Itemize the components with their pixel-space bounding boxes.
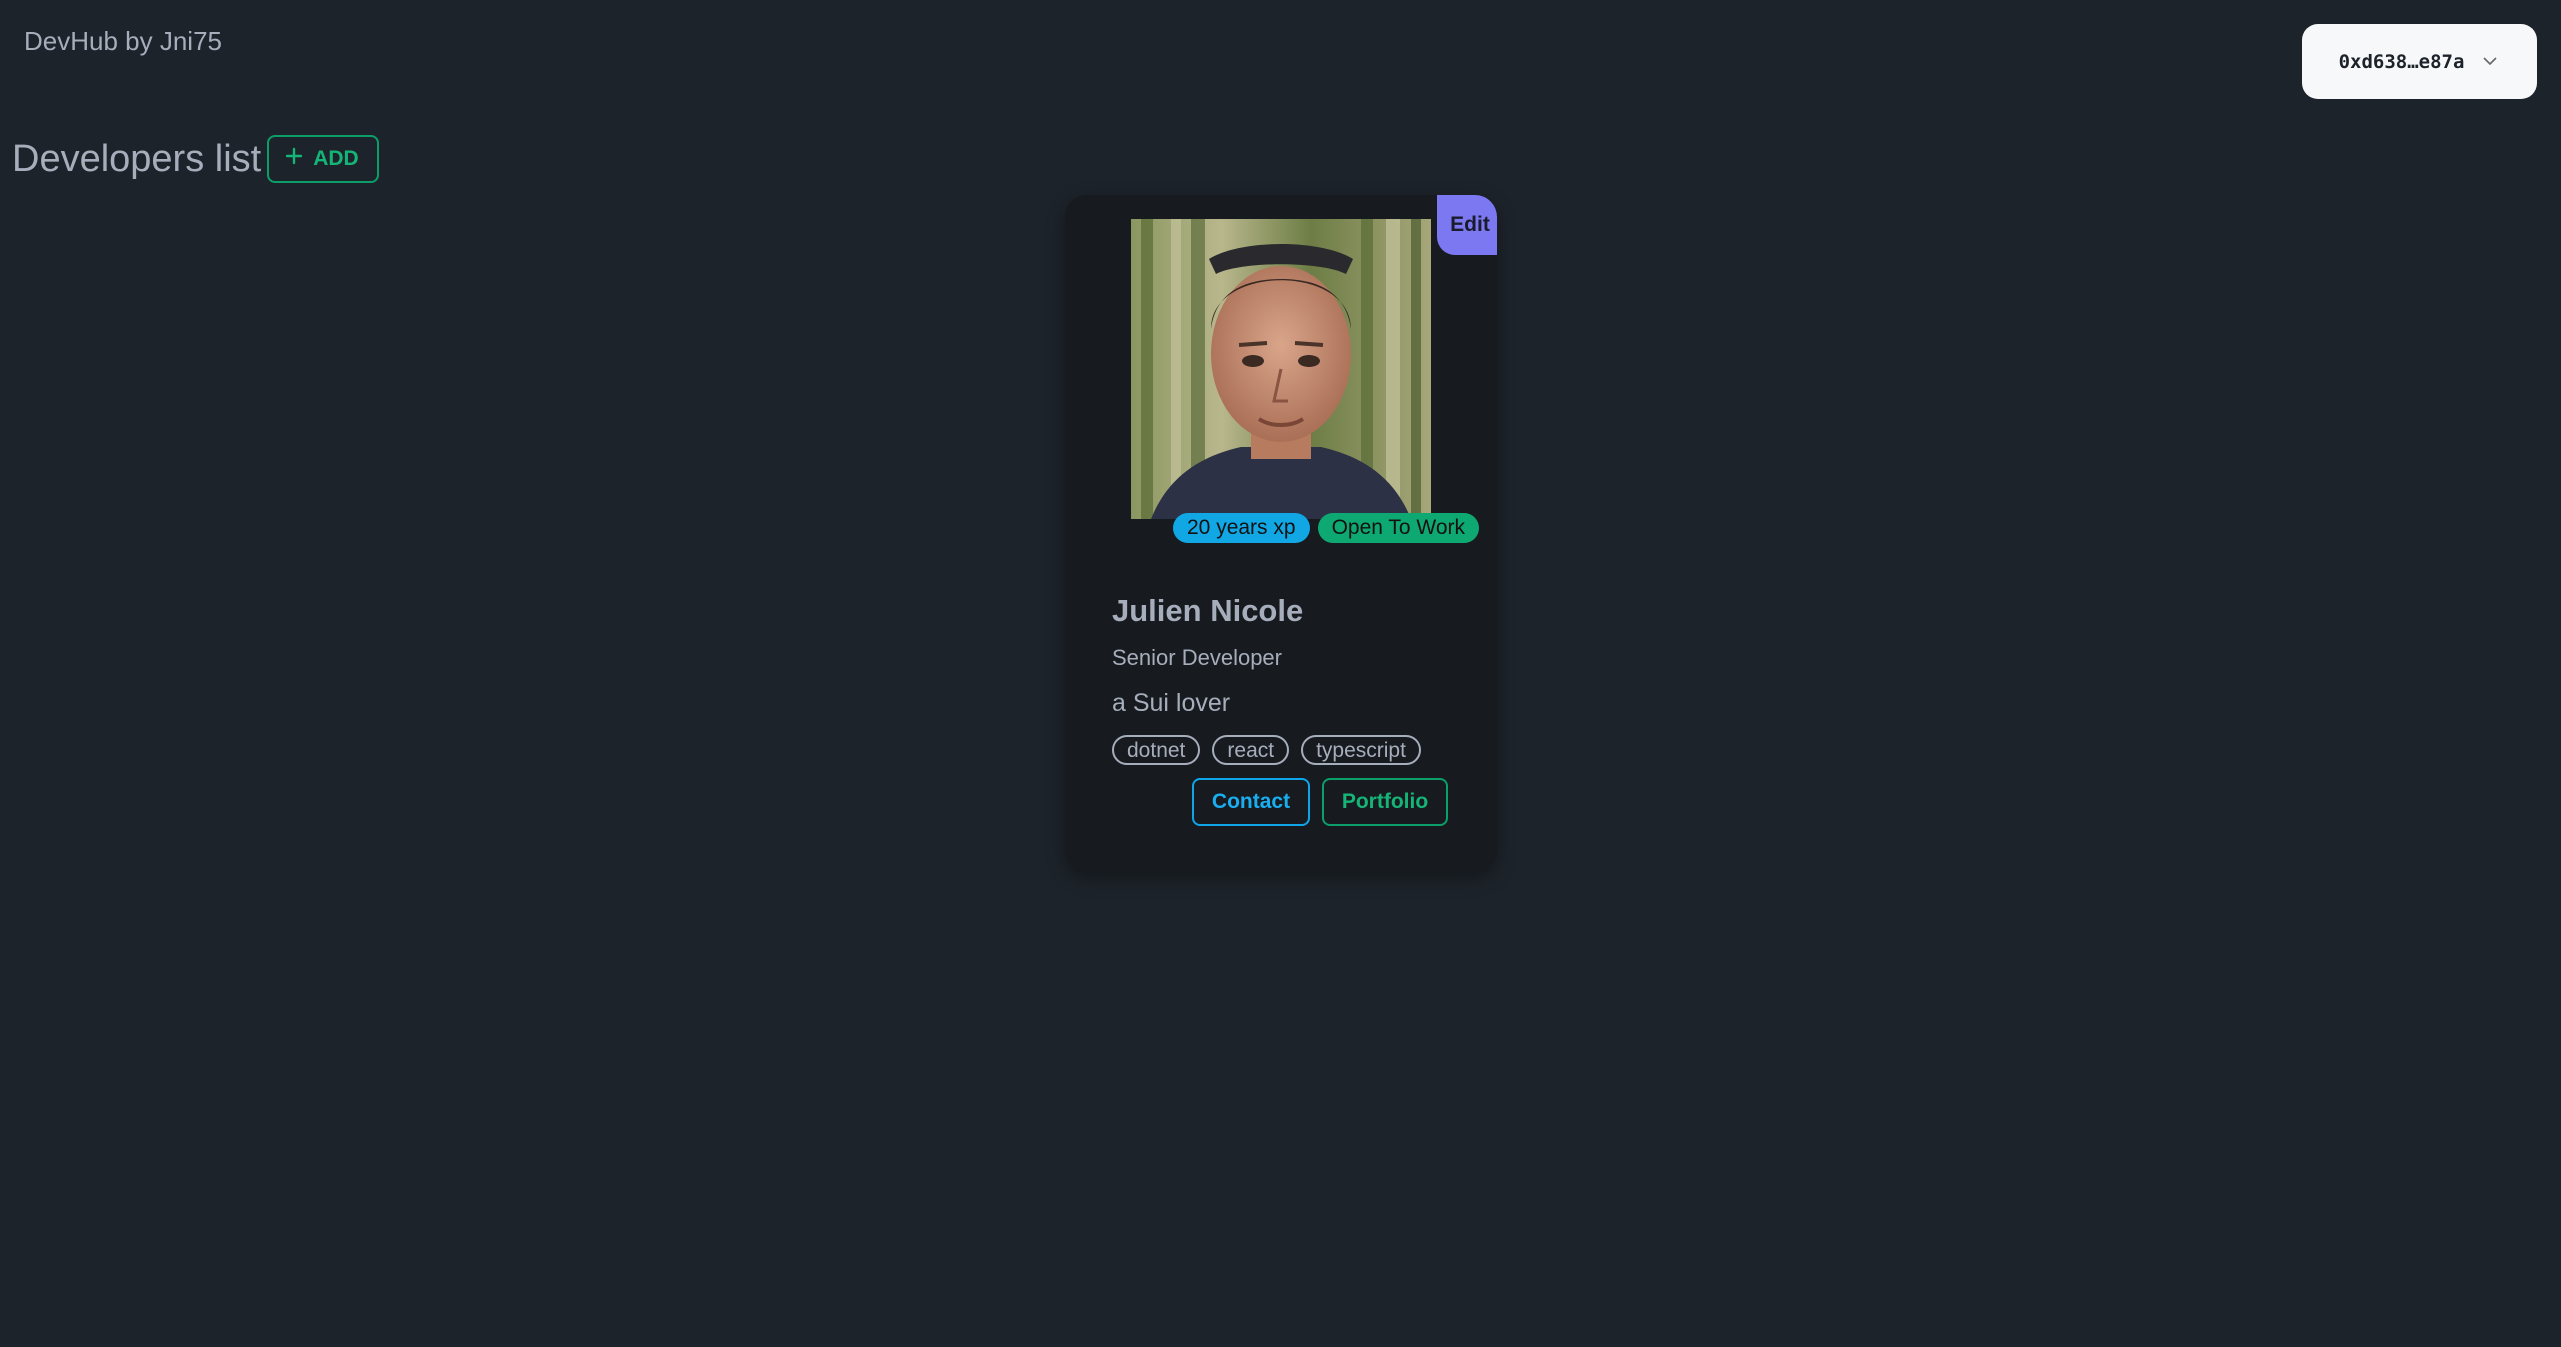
developer-photo: [1131, 219, 1431, 519]
page-title: Developers list: [12, 138, 262, 180]
badges: 20 years xp Open To Work: [1173, 513, 1480, 543]
list-header: Developers list ADD: [12, 135, 379, 183]
plus-icon: [285, 147, 303, 171]
developer-name: Julien Nicole: [1112, 593, 1304, 628]
skill-tag: dotnet: [1112, 735, 1201, 765]
card-actions: Contact Portfolio: [1192, 778, 1448, 826]
skill-tag: react: [1212, 735, 1290, 765]
wallet-address: 0xd638…e87a: [2338, 50, 2465, 73]
wallet-connect-button[interactable]: 0xd638…e87a: [2302, 24, 2537, 99]
developer-role: Senior Developer: [1112, 645, 1282, 670]
developer-bio: a Sui lover: [1112, 689, 1231, 717]
experience-badge: 20 years xp: [1173, 513, 1310, 543]
skill-tag: typescript: [1301, 735, 1421, 765]
portfolio-button[interactable]: Portfolio: [1322, 778, 1448, 826]
app-title: DevHub by Jni75: [24, 26, 222, 56]
add-button-label: ADD: [313, 147, 359, 170]
add-developer-button[interactable]: ADD: [267, 135, 379, 183]
contact-button[interactable]: Contact: [1192, 778, 1310, 826]
edit-button[interactable]: Edit: [1437, 195, 1497, 255]
chevron-down-icon: [2480, 52, 2500, 72]
skills-list: dotnet react typescript: [1112, 735, 1421, 765]
developer-card: Edit 20 years xp Open To Work Julien Nic…: [1065, 195, 1497, 872]
status-badge: Open To Work: [1317, 513, 1480, 543]
